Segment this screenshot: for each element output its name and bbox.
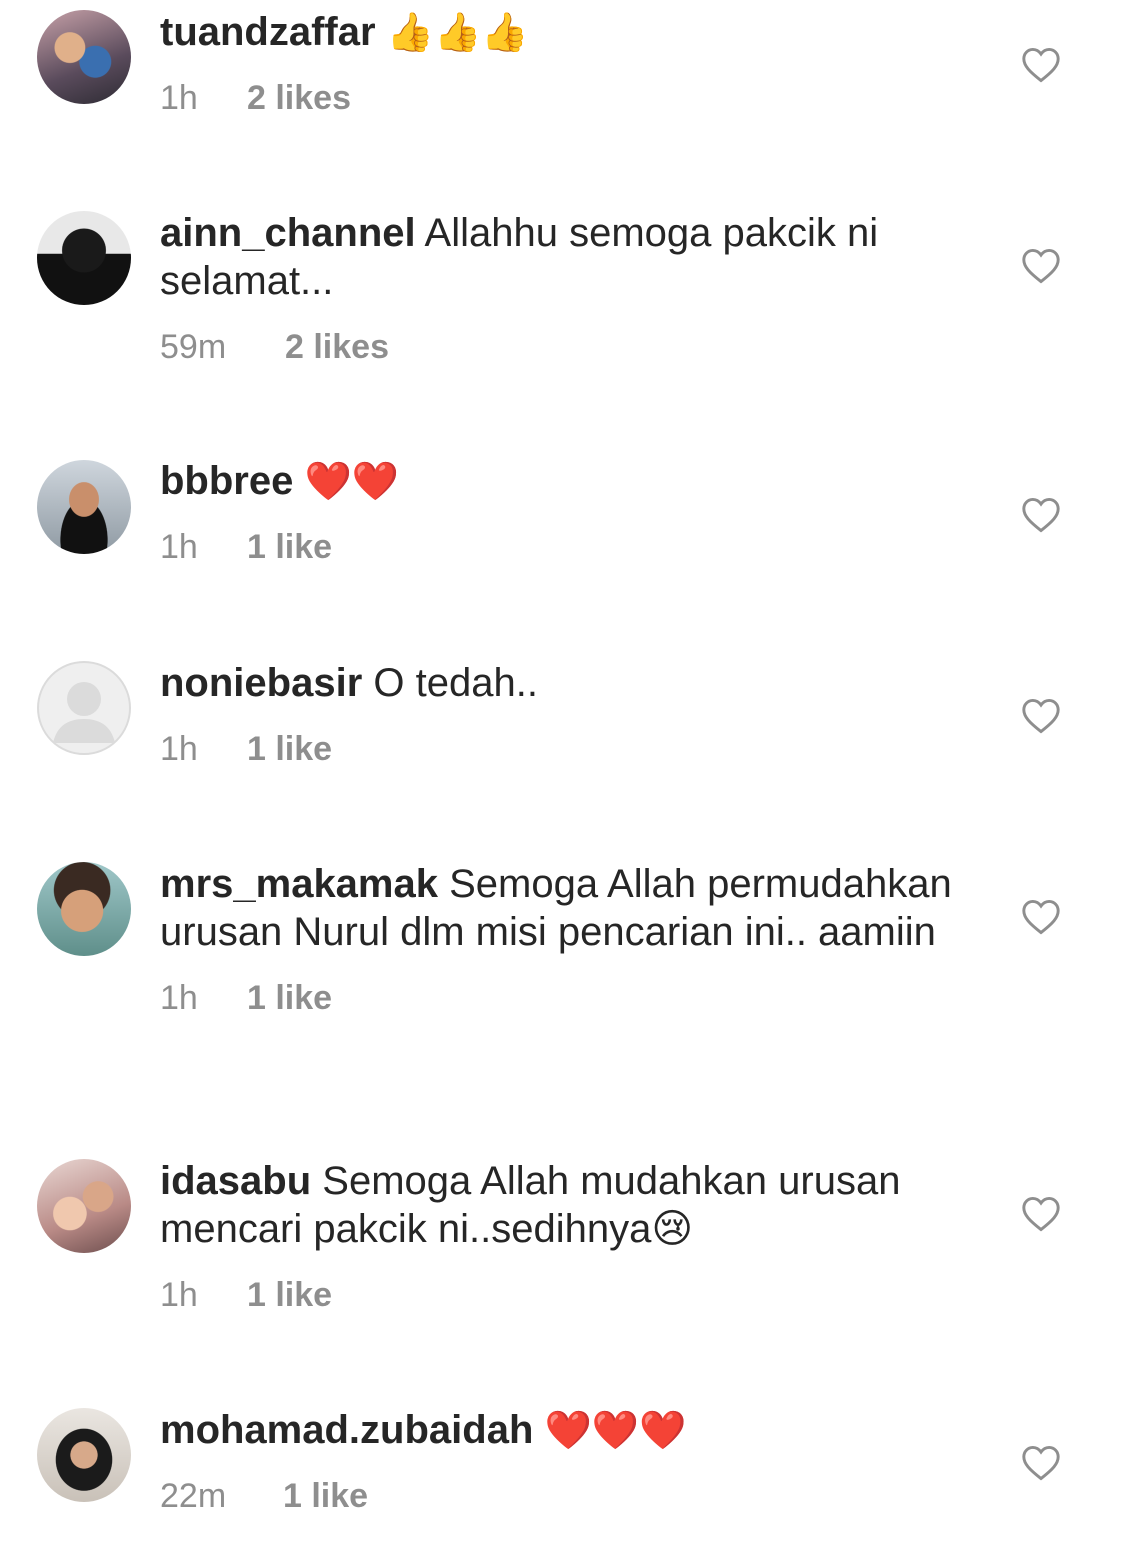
comment-username[interactable]: idasabu (160, 1159, 311, 1203)
heart-outline-icon[interactable] (1021, 47, 1061, 83)
avatar[interactable] (37, 211, 131, 305)
heart-outline-icon[interactable] (1021, 698, 1061, 734)
heart-outline-icon[interactable] (1021, 1445, 1061, 1481)
comment-username[interactable]: ainn_channel (160, 211, 416, 255)
comment-username[interactable]: tuandzaffar (160, 10, 376, 54)
comment-likes[interactable]: 1 like (247, 729, 332, 769)
comment-username[interactable]: mrs_makamak (160, 862, 438, 906)
comment-likes[interactable]: 2 likes (247, 78, 351, 118)
heart-outline-icon[interactable] (1021, 497, 1061, 533)
default-user-icon (53, 682, 115, 743)
comment-username[interactable]: bbbree (160, 459, 293, 503)
comment-text: ❤️❤️❤️ (544, 1408, 687, 1452)
heart-outline-icon[interactable] (1021, 899, 1061, 935)
comment-likes[interactable]: 1 like (283, 1476, 368, 1516)
comment-likes[interactable]: 1 like (247, 527, 332, 567)
comment-time: 1h (160, 528, 198, 566)
comment-time: 1h (160, 979, 198, 1017)
default-avatar[interactable] (37, 661, 131, 755)
comment-time: 1h (160, 1276, 198, 1314)
comment-text: O tedah.. (373, 661, 538, 705)
heart-outline-icon[interactable] (1021, 1196, 1061, 1232)
comment-time: 1h (160, 730, 198, 768)
avatar[interactable] (37, 460, 131, 554)
comment-text: 👍👍👍 (386, 10, 529, 54)
comment-text: ❤️❤️ (304, 459, 400, 503)
comment-likes[interactable]: 1 like (247, 1275, 332, 1315)
comment-time: 59m (160, 328, 227, 366)
comment-username[interactable]: mohamad.zubaidah (160, 1408, 533, 1452)
comment-likes[interactable]: 2 likes (285, 327, 389, 367)
avatar[interactable] (37, 1159, 131, 1253)
heart-outline-icon[interactable] (1021, 248, 1061, 284)
comment-time: 22m (160, 1477, 227, 1515)
comment-time: 1h (160, 79, 198, 117)
comment-likes[interactable]: 1 like (247, 978, 332, 1018)
avatar[interactable] (37, 1408, 131, 1502)
avatar[interactable] (37, 10, 131, 104)
comment-username[interactable]: noniebasir (160, 661, 362, 705)
avatar[interactable] (37, 862, 131, 956)
